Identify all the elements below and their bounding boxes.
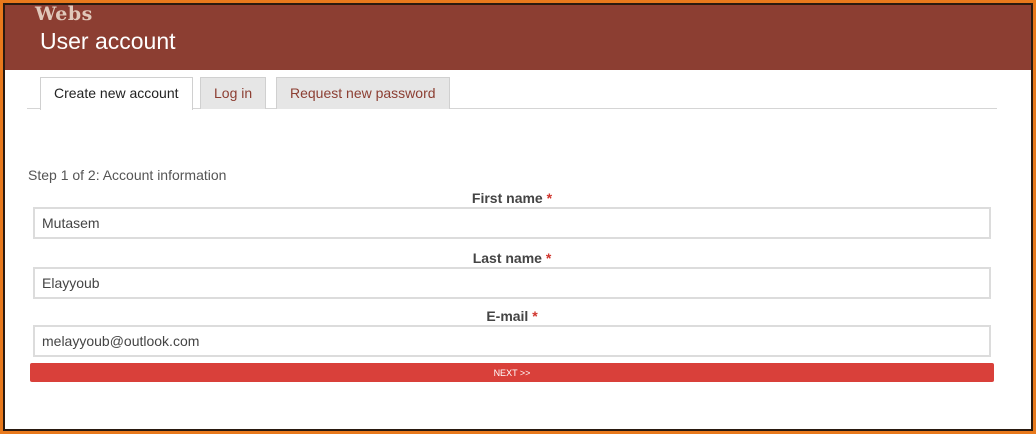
last-name-label: Last name * <box>33 250 991 266</box>
email-field[interactable] <box>33 325 991 357</box>
email-label: E-mail * <box>33 308 991 324</box>
tab-create-new-account[interactable]: Create new account <box>40 77 193 110</box>
step-indicator: Step 1 of 2: Account information <box>28 167 227 183</box>
first-name-label: First name * <box>33 190 991 206</box>
tab-request-new-password[interactable]: Request new password <box>276 77 450 109</box>
tab-log-in[interactable]: Log in <box>200 77 267 109</box>
page-header: Webs User account <box>5 5 1031 70</box>
required-marker: * <box>532 308 538 324</box>
account-tabs: Create new account Log in Request new pa… <box>27 77 997 110</box>
last-name-label-text: Last name <box>472 250 542 266</box>
page-title: User account <box>40 28 176 54</box>
first-name-label-text: First name <box>471 190 543 206</box>
required-marker: * <box>545 250 552 266</box>
required-marker: * <box>546 190 553 206</box>
watermark-logo: Webs <box>35 5 93 25</box>
first-name-field[interactable] <box>33 207 991 239</box>
email-label-text: E-mail <box>486 308 529 324</box>
last-name-field[interactable] <box>33 267 991 299</box>
next-button[interactable]: NEXT >> <box>30 363 994 382</box>
page-content: Webs User account Create new account Log… <box>5 5 1031 429</box>
